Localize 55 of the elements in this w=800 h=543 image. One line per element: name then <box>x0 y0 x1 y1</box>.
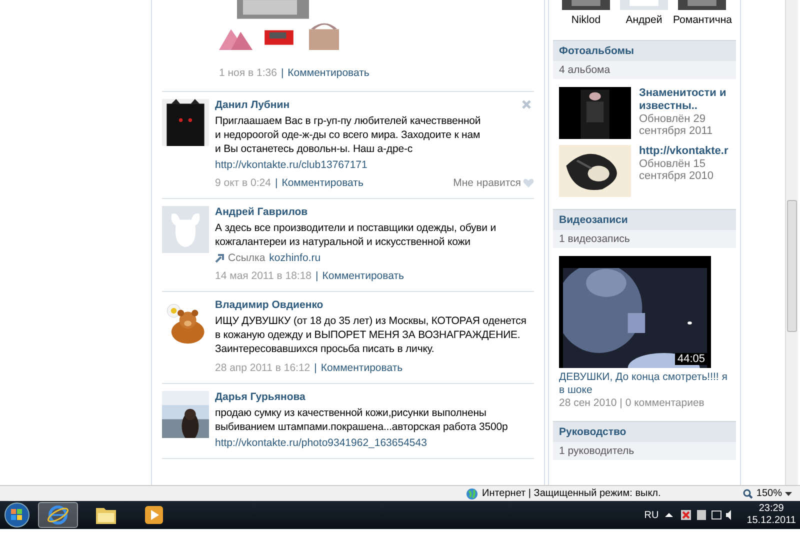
album-updated: Обновлён 29 сентября 2011 <box>639 113 714 137</box>
folder-icon <box>95 505 117 525</box>
section-header[interactable]: Руководство <box>553 421 736 442</box>
separator: | <box>280 67 284 79</box>
video-meta: 28 сен 2010 | 0 комментариев <box>559 397 706 409</box>
friend-name[interactable]: Niklod <box>571 14 601 26</box>
share-label: Ссылка <box>228 252 266 264</box>
album-updated: Обновлён 15 сентября 2010 <box>639 158 714 182</box>
comment-link[interactable]: Комментировать <box>322 270 404 282</box>
comment-link[interactable]: Комментировать <box>288 67 370 79</box>
section-count: 1 руководитель <box>553 442 736 460</box>
media-player-icon <box>144 505 164 525</box>
post-text: продаю сумку из качественной кожи,рисунки выполнены выбиванием штампами.покрашена...авторская работа 3500р <box>215 406 509 434</box>
section-header[interactable]: Видеозаписи <box>553 209 736 230</box>
language-indicator[interactable]: RU <box>644 510 659 520</box>
browser-icon <box>47 504 69 526</box>
author-name[interactable]: Андрей Гаврилов <box>215 206 534 218</box>
clock-date[interactable]: 15.12.2011 <box>746 515 796 527</box>
zoom-level[interactable]: 150% <box>756 488 782 499</box>
post-link[interactable]: http://vkontakte.ru/club13767171 <box>215 159 534 171</box>
security-zone: Интернет | Защищенный режим: выкл. <box>482 488 661 499</box>
share-link[interactable]: kozhinfo.ru <box>269 252 321 264</box>
album-title[interactable]: http://vkontakte.r <box>639 145 739 158</box>
album-title[interactable]: Знаменитости и известны.. <box>639 87 739 113</box>
friend-name[interactable]: Романтична <box>672 14 732 26</box>
post-text: Приглаашаем Вас в гр-уп-пу любителей качестввенной и недороогой оде-ж-ды со всего мира. Заходоите к нам и Вы останетесь довольн-ы. Наш а-дре-с <box>215 114 482 156</box>
post-date: 1 ноя в 1:36 <box>219 67 277 79</box>
author-name[interactable]: Данил Лубнин <box>215 99 534 111</box>
scrollbar[interactable] <box>785 0 798 485</box>
post-date: 9 окт в 0:24 <box>215 177 271 189</box>
post-text: А здесь все производители и поставщики одежды, обуви и кожгалантереи из натуральной и искусственной кожи <box>215 221 498 249</box>
like-link[interactable]: Мне нравится <box>453 177 521 189</box>
magnifier-icon[interactable] <box>743 488 754 498</box>
post-text: ИЩУ ДУВУШКУ (от 18 до 35 лет) из Москвы, КОТОРАЯ оденется в кожаную одежду и ВЫПОРЕТ МЕНЯ ЗА ВОЗНАГРАЖДЕНИЕ. Заинтересовавшихся просьба писать в личку. <box>215 314 528 356</box>
comment-link[interactable]: Комментировать <box>320 362 403 374</box>
separator: | <box>274 177 278 189</box>
separator: | <box>316 270 318 282</box>
author-name[interactable]: Владимир Овдиенко <box>215 299 534 311</box>
section-count: 1 видеозапись <box>553 230 736 248</box>
globe-icon <box>466 488 478 500</box>
section-header[interactable]: Фотоальбомы <box>553 40 736 61</box>
section-count: 4 альбома <box>553 61 736 79</box>
video-duration: 44:05 <box>675 353 707 365</box>
separator: | <box>314 362 317 374</box>
arrow-icon <box>215 253 224 263</box>
clock-time[interactable]: 23:29 <box>758 503 784 515</box>
friend-name[interactable]: Андрей <box>626 14 662 26</box>
video-title[interactable]: ДЕВУШКИ, До конца смотреть!!!! я в шоке <box>559 371 730 397</box>
comment-link[interactable]: Комментировать <box>282 177 364 189</box>
caret-icon[interactable] <box>785 492 792 496</box>
author-name[interactable]: Дарья Гурьянова <box>215 391 534 403</box>
start-button[interactable] <box>4 502 30 528</box>
post-date: 14 мая 2011 в 18:18 <box>215 270 312 282</box>
post-link[interactable]: http://vkontakte.ru/photo9341962_163654543 <box>215 437 534 449</box>
post-date: 28 апр 2011 в 16:12 <box>215 362 310 374</box>
